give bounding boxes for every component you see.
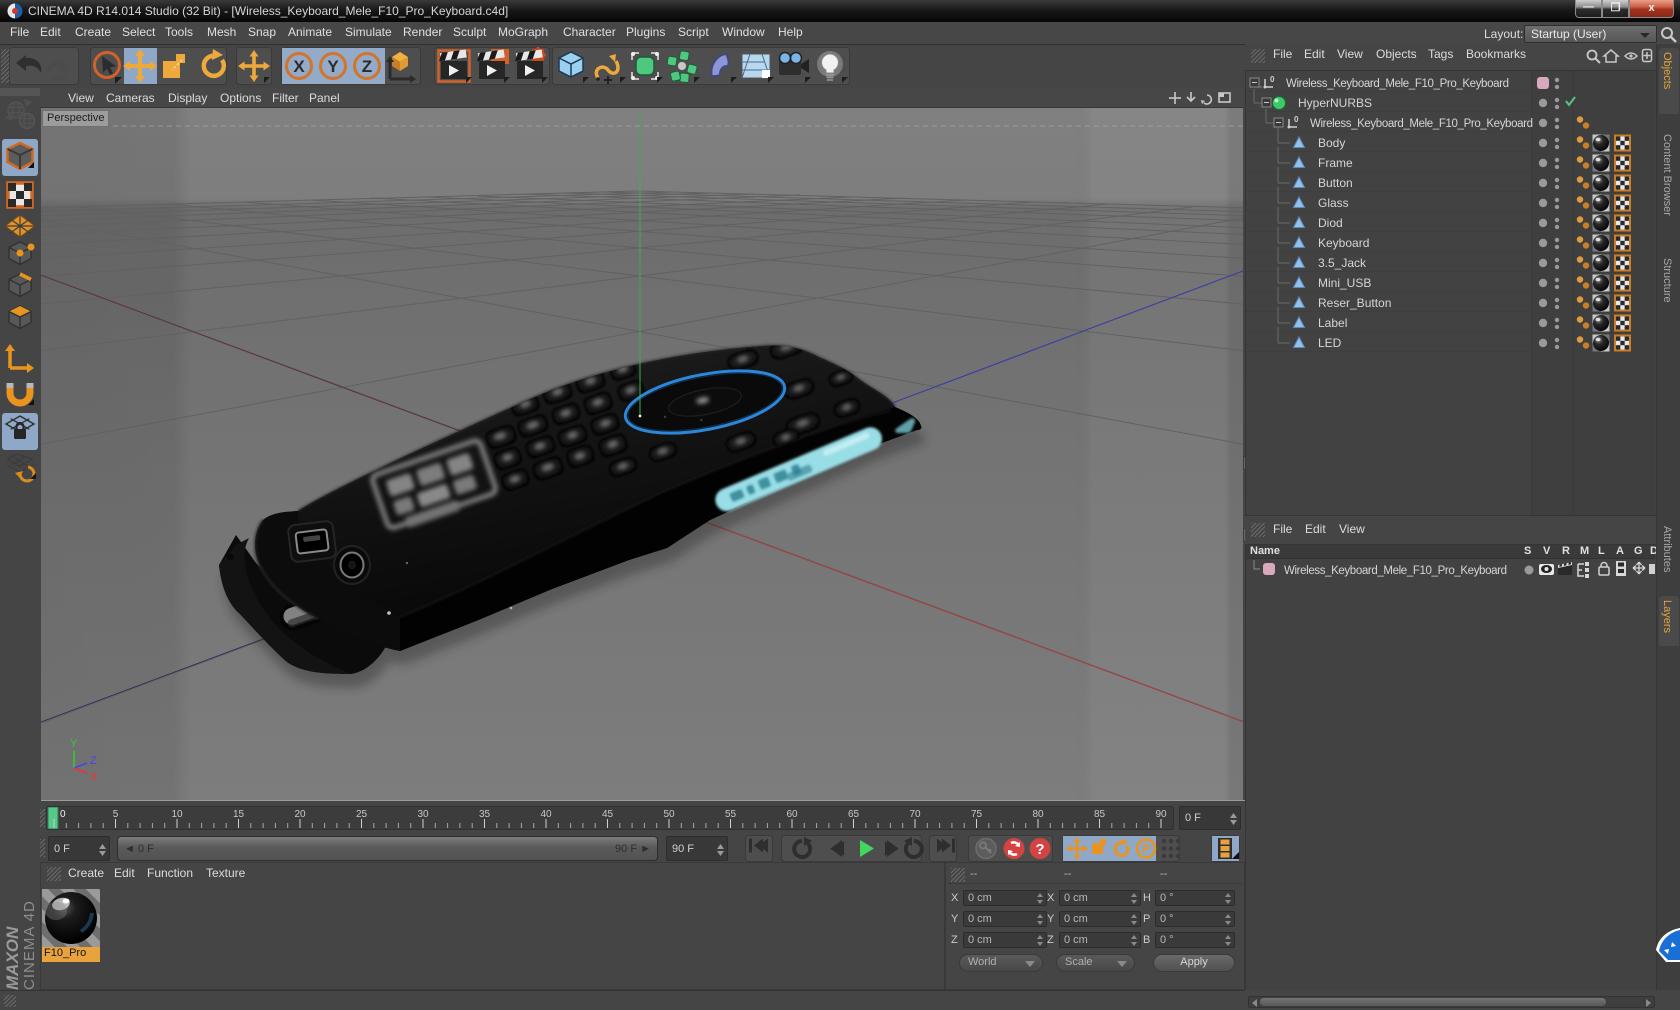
svg-text:15: 15 (233, 809, 245, 820)
svg-text:Label: Label (1318, 316, 1347, 330)
svg-text:45: 45 (602, 809, 614, 820)
svg-text:10: 10 (171, 809, 183, 820)
svg-text:20: 20 (294, 809, 306, 820)
svg-text:Keyboard: Keyboard (1318, 236, 1369, 250)
svg-text:40: 40 (540, 809, 552, 820)
svg-text:30: 30 (417, 809, 429, 820)
svg-text:Body: Body (1318, 136, 1345, 150)
svg-text:Frame: Frame (1318, 156, 1353, 170)
svg-text:Y: Y (327, 57, 339, 76)
svg-text:65: 65 (848, 809, 860, 820)
svg-text:0: 0 (60, 809, 66, 820)
svg-text:LED: LED (1318, 336, 1342, 350)
svg-text:Z: Z (90, 755, 97, 767)
svg-text:50: 50 (663, 809, 675, 820)
svg-text:5: 5 (113, 809, 119, 820)
svg-text:Glass: Glass (1318, 196, 1349, 210)
svg-text:Wireless_Keyboard_Mele_F10_Pro: Wireless_Keyboard_Mele_F10_Pro_Keyboard (1284, 565, 1507, 577)
svg-text:Y: Y (70, 738, 78, 750)
svg-text:35: 35 (479, 809, 491, 820)
svg-text:P: P (1142, 842, 1150, 856)
svg-text:3.5_Jack: 3.5_Jack (1318, 256, 1367, 270)
svg-text:Reser_Button: Reser_Button (1318, 296, 1391, 310)
svg-text:Wireless_Keyboard_Mele_F10_Pro: Wireless_Keyboard_Mele_F10_Pro_Keyboard (1310, 118, 1533, 130)
svg-text:Button: Button (1318, 176, 1353, 190)
svg-text:80: 80 (1032, 809, 1044, 820)
svg-text:85: 85 (1094, 809, 1106, 820)
svg-text:X: X (90, 771, 98, 783)
svg-text:90: 90 (1155, 809, 1167, 820)
svg-text:Z: Z (362, 57, 372, 76)
svg-text:0: 0 (1270, 75, 1275, 84)
svg-text:60: 60 (786, 809, 798, 820)
svg-text:X: X (293, 57, 305, 76)
svg-text:75: 75 (971, 809, 983, 820)
svg-text:0: 0 (1294, 115, 1299, 124)
svg-text:55: 55 (725, 809, 737, 820)
svg-text:25: 25 (356, 809, 368, 820)
svg-text:?: ? (1035, 841, 1044, 858)
svg-text:HyperNURBS: HyperNURBS (1298, 96, 1372, 110)
svg-text:Diod: Diod (1318, 216, 1343, 230)
svg-text:Mini_USB: Mini_USB (1318, 276, 1371, 290)
svg-text:70: 70 (909, 809, 921, 820)
svg-text:Wireless_Keyboard_Mele_F10_Pro: Wireless_Keyboard_Mele_F10_Pro_Keyboard (1286, 78, 1509, 90)
